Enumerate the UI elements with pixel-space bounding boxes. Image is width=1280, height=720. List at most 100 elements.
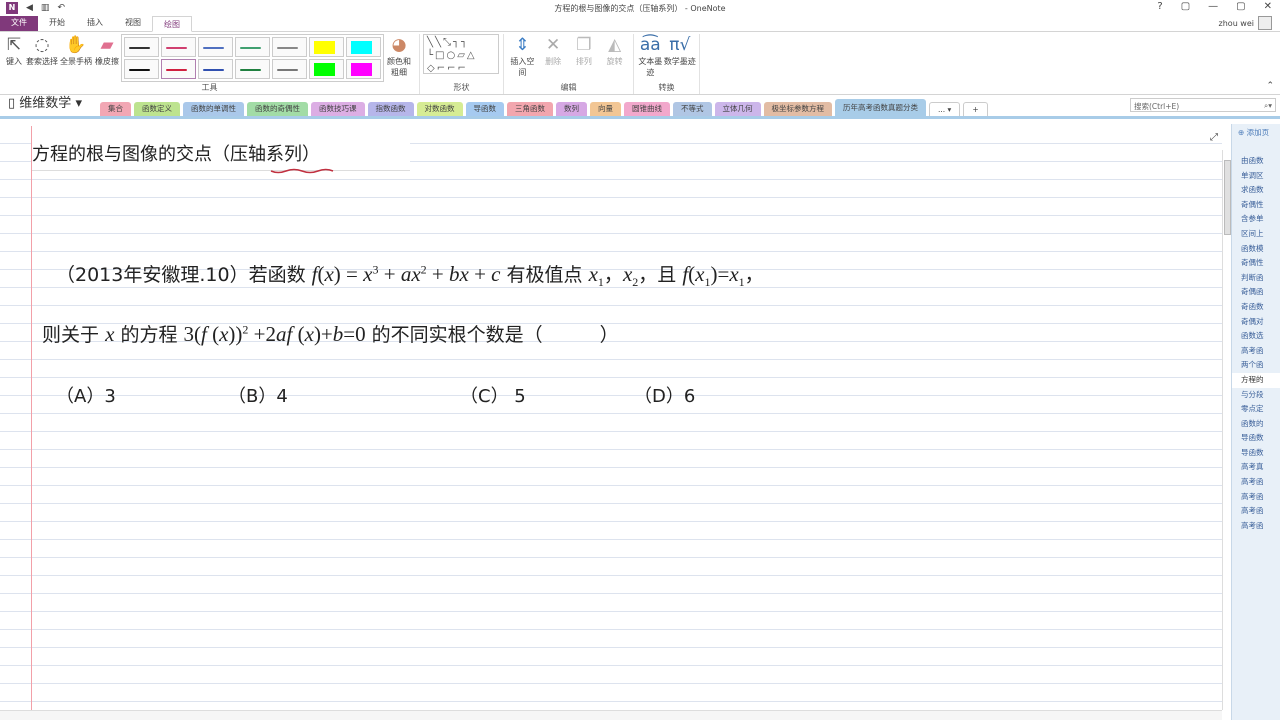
pen-swatch[interactable] (309, 59, 344, 79)
page-list-item[interactable]: 高考函 (1232, 519, 1280, 534)
ribbon-display-button[interactable]: ▢ (1181, 1, 1190, 12)
vertical-scrollbar[interactable] (1222, 150, 1231, 710)
tab-draw[interactable]: 绘图 (152, 16, 192, 32)
page-list-item[interactable]: 高考函 (1232, 344, 1280, 359)
expand-icon[interactable]: ⤢ (1210, 132, 1218, 143)
pen-swatch[interactable] (124, 37, 159, 57)
page-list-item[interactable]: 奇偶性 (1232, 198, 1280, 213)
tab-home[interactable]: 开始 (38, 15, 76, 31)
section-tab[interactable]: 指数函数 (367, 102, 414, 116)
page-list-item[interactable]: 导函数 (1232, 431, 1280, 446)
insert-space-button[interactable]: ⇕ 插入空间 (507, 34, 538, 78)
pen-swatch[interactable] (346, 59, 381, 79)
page-list-item[interactable]: 判断函 (1232, 271, 1280, 286)
scroll-thumb[interactable] (1224, 160, 1231, 235)
section-tab[interactable]: 对数函数 (416, 102, 463, 116)
section-tab[interactable]: 数列 (556, 102, 587, 116)
tab-view[interactable]: 视图 (114, 15, 152, 31)
pen-swatch[interactable] (272, 37, 307, 57)
page-list-item[interactable]: 函数模 (1232, 242, 1280, 257)
pen-swatch[interactable] (309, 37, 344, 57)
pen-swatch[interactable] (198, 37, 233, 57)
arrange-button[interactable]: ❐ 排列 (569, 34, 600, 67)
section-tab[interactable]: 三角函数 (507, 102, 553, 116)
page-list-item[interactable]: 高考函 (1232, 475, 1280, 490)
page-list-item[interactable]: 高考真 (1232, 460, 1280, 475)
lasso-button[interactable]: ◌ 套索选择 (25, 34, 59, 67)
pen-swatch[interactable] (161, 37, 196, 57)
page-list-item[interactable]: 区间上 (1232, 227, 1280, 242)
ink-to-math-button[interactable]: π√ 数学墨迹 (664, 34, 696, 67)
page-list-item[interactable]: 函数的 (1232, 417, 1280, 432)
page-list-item[interactable]: 两个函 (1232, 358, 1280, 373)
pen-swatch[interactable] (235, 37, 270, 57)
page-canvas[interactable]: 方程的根与图像的交点（压轴系列） ⤢ （2013年安徽理.10）若函数 f(x)… (0, 126, 1222, 710)
question-line-2: 则关于 x 的方程 3(f (x))2 +2af (x)+b=0 的不同实根个数… (42, 322, 619, 346)
close-button[interactable]: ✕ (1264, 1, 1272, 12)
add-page-label: 添加页 (1246, 128, 1270, 137)
add-section-button[interactable]: + (963, 102, 988, 116)
section-tab[interactable]: 集合 (100, 102, 131, 116)
page-list-item[interactable]: 方程的 (1232, 372, 1280, 388)
rotate-button[interactable]: ◭ 旋转 (599, 34, 630, 67)
tab-file[interactable]: 文件 (0, 15, 38, 31)
page-list-item[interactable]: 由函数 (1232, 154, 1280, 169)
page-list-item[interactable]: 奇偶对 (1232, 315, 1280, 330)
search-input[interactable]: 搜索(Ctrl+E) ⌕▾ (1130, 98, 1276, 112)
color-thickness-button[interactable]: ◕ 颜色和粗细 (384, 34, 414, 78)
page-list-item[interactable]: 函数选 (1232, 329, 1280, 344)
page-list-item[interactable]: 与分段 (1232, 388, 1280, 403)
section-tab[interactable]: 函数定义 (134, 102, 180, 116)
notebook-selector[interactable]: ▯ 维维数学 ▾ (0, 94, 100, 116)
type-button[interactable]: ⇱ 键入 (3, 34, 25, 67)
page-title[interactable]: 方程的根与图像的交点（压轴系列） (32, 140, 410, 171)
section-tab[interactable]: 导函数 (465, 102, 504, 116)
user-account[interactable]: zhou wei (1219, 16, 1272, 30)
pen-swatch[interactable] (198, 59, 233, 79)
pen-swatch[interactable] (346, 37, 381, 57)
add-page-button[interactable]: ⊕ 添加页 (1232, 124, 1280, 140)
section-tab[interactable]: 函数技巧课 (311, 102, 365, 116)
page-list-item[interactable]: 奇偶函 (1232, 285, 1280, 300)
pen-swatch[interactable] (124, 59, 159, 79)
section-tab[interactable]: 历年高考函数真题分类 (835, 99, 926, 116)
pen-swatch[interactable] (272, 59, 307, 79)
pen-stroke (203, 69, 224, 71)
section-tab[interactable]: 函数的奇偶性 (247, 102, 308, 116)
search-icon[interactable]: ⌕▾ (1264, 101, 1272, 111)
edit-group: ⇕ 插入空间 ✕ 删除 ❐ 排列 ◭ 旋转 编辑 (504, 34, 634, 94)
pen-swatch[interactable] (235, 59, 270, 79)
arrange-icon: ❐ (576, 35, 592, 55)
page-list-item[interactable]: 导函数 (1232, 446, 1280, 461)
eraser-button[interactable]: ▰ 橡皮擦 (93, 34, 121, 67)
pen-swatch[interactable] (161, 59, 196, 79)
ink-to-text-button[interactable]: a͡a 文本墨迹 (637, 34, 664, 78)
group-label: 工具 (201, 83, 218, 92)
page-list-item[interactable]: 奇函数 (1232, 300, 1280, 315)
horizontal-scrollbar[interactable] (0, 710, 1222, 720)
section-tab[interactable]: 极坐标参数方程 (763, 102, 832, 116)
section-tab[interactable]: 向量 (590, 102, 621, 116)
tab-insert[interactable]: 插入 (76, 15, 114, 31)
more-sections-button[interactable]: ... ▾ (929, 102, 961, 116)
pan-button[interactable]: ✋ 全景手柄 (59, 34, 93, 67)
option-c: （C） 5 (460, 386, 526, 407)
maximize-button[interactable]: ▢ (1236, 1, 1245, 12)
section-tab[interactable]: 立体几何 (714, 102, 761, 116)
label: 颜色和粗细 (387, 57, 411, 77)
page-list-item[interactable]: 求函数 (1232, 183, 1280, 198)
collapse-ribbon-icon[interactable]: ⌃ (1266, 81, 1274, 91)
minimize-button[interactable]: — (1208, 1, 1218, 12)
page-list-item[interactable]: 奇偶性 (1232, 256, 1280, 271)
shape-gallery[interactable]: ╲╲⤡┐┐ └□○▱△ ◇⌐⌐⌐ (423, 34, 499, 74)
delete-button[interactable]: ✕ 删除 (538, 34, 569, 67)
section-tab[interactable]: 不等式 (673, 102, 712, 116)
page-list-item[interactable]: 高考函 (1232, 490, 1280, 505)
page-list-item[interactable]: 含参单 (1232, 212, 1280, 227)
page-list-item[interactable]: 零点定 (1232, 402, 1280, 417)
section-tab[interactable]: 函数的单调性 (183, 102, 244, 116)
section-tab[interactable]: 圆锥曲线 (624, 102, 670, 116)
page-list-item[interactable]: 高考函 (1232, 504, 1280, 519)
help-button[interactable]: ? (1157, 1, 1162, 12)
page-list-item[interactable]: 单调区 (1232, 169, 1280, 184)
